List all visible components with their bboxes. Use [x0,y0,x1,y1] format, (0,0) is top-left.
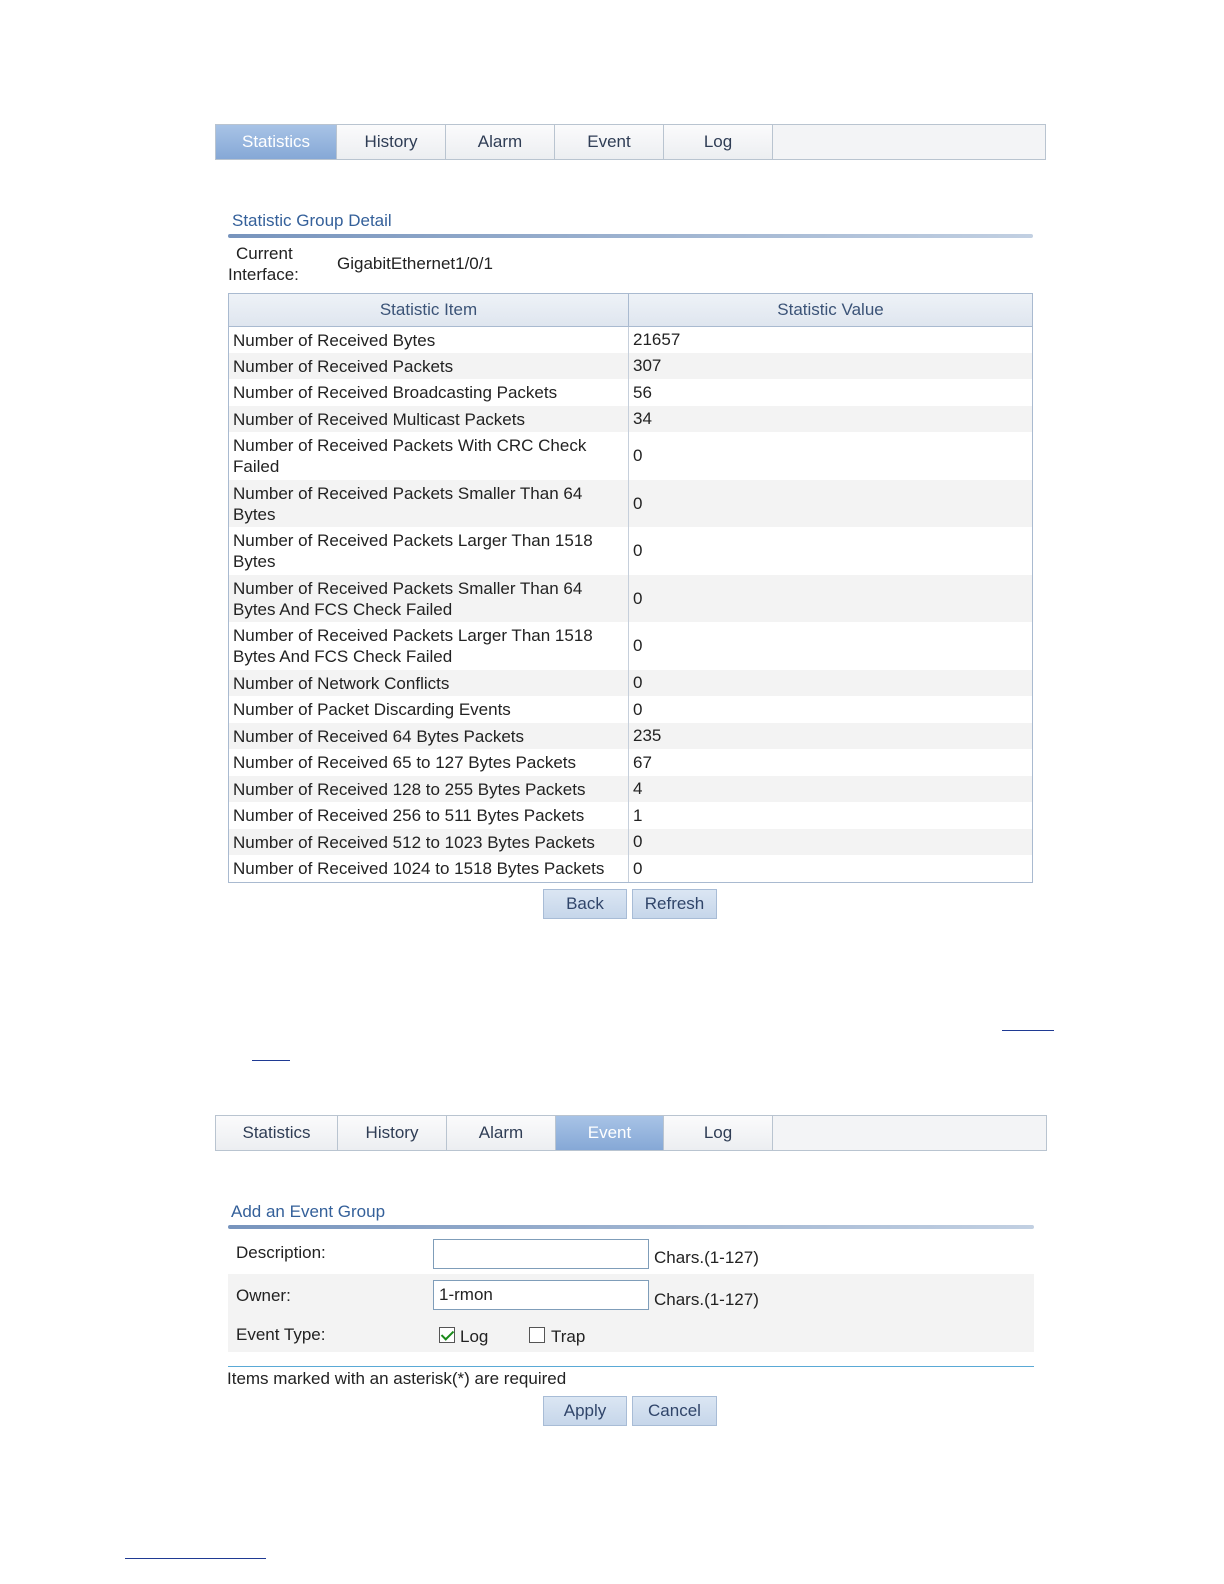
statistic-item: Number of Received Packets Smaller Than … [229,575,629,622]
tab-log[interactable]: Log [664,1116,773,1150]
log-checkbox-label[interactable]: Log [460,1327,488,1347]
statistic-item: Number of Packet Discarding Events [229,696,629,723]
table-row: Number of Received Multicast Packets 34 [229,406,1032,432]
interface-value: GigabitEthernet1/0/1 [337,254,493,273]
table-row: Number of Received Bytes 21657 [229,327,1032,353]
apply-button[interactable]: Apply [543,1396,627,1426]
statistic-value: 0 [633,832,643,851]
statistic-value: 0 [633,636,643,655]
statistic-value: 235 [633,726,662,745]
statistic-item: Number of Received Packets Larger Than 1… [229,527,629,575]
statistic-value: 56 [633,382,652,402]
table-row: Number of Received 128 to 255 Bytes Pack… [229,776,1032,802]
table-row: Number of Packet Discarding Events 0 [229,696,1032,723]
column-header-value: Statistic Value [777,300,884,319]
statistic-value: 0 [633,446,643,465]
table-row: Number of Received Packets Larger Than 1… [229,527,1032,575]
trap-checkbox[interactable] [529,1327,545,1343]
statistic-value: 0 [633,673,643,692]
table-row: Number of Received Packets 307 [229,353,1032,379]
tab-history[interactable]: History [337,125,446,159]
event-type-label: Event Type: [236,1325,326,1344]
description-input[interactable] [433,1239,649,1269]
statistic-item: Number of Received 256 to 511 Bytes Pack… [229,802,629,829]
statistic-value: 0 [633,493,643,513]
table-header: Statistic Item Statistic Value [229,294,1032,327]
interface-label: Current Interface: [228,243,299,285]
statistic-item: Number of Received 128 to 255 Bytes Pack… [229,776,629,802]
statistic-value: 67 [633,752,652,772]
statistic-item: Number of Received Packets Smaller Than … [229,480,629,527]
statistic-item: Number of Received Packets With CRC Chec… [229,432,629,480]
section-title-event: Add an Event Group [231,1202,386,1221]
interface-label-line2: Interface: [228,265,299,284]
statistic-value: 307 [633,356,662,375]
section-title-detail: Statistic Group Detail [232,211,392,230]
tab-bar-top: Statistics History Alarm Event Log [215,124,1046,160]
table-row: Number of Received 256 to 511 Bytes Pack… [229,802,1032,829]
tab-alarm[interactable]: Alarm [447,1116,556,1150]
column-header-item: Statistic Item [229,294,629,326]
log-checkbox[interactable] [439,1327,455,1343]
tab-statistics[interactable]: Statistics [216,125,337,159]
description-hint: Chars.(1-127) [654,1248,759,1267]
statistic-item: Number of Network Conflicts [229,670,629,696]
statistic-item: Number of Received Bytes [229,327,629,353]
statistic-item: Number of Received Packets [229,353,629,379]
table-row: Number of Received Packets Smaller Than … [229,480,1032,527]
table-row: Number of Received Packets Smaller Than … [229,575,1032,622]
table-row: Number of Received 1024 to 1518 Bytes Pa… [229,855,1032,882]
form-row-description: Description: Chars.(1-127) [228,1234,1034,1274]
statistic-item: Number of Received Packets Larger Than 1… [229,622,629,670]
tab-bar-bottom: Statistics History Alarm Event Log [215,1115,1047,1151]
tab-history[interactable]: History [338,1116,447,1150]
statistic-item: Number of Received Broadcasting Packets [229,379,629,406]
statistic-item: Number of Received 64 Bytes Packets [229,723,629,749]
refresh-button[interactable]: Refresh [632,889,717,919]
statistic-item: Number of Received 65 to 127 Bytes Packe… [229,749,629,776]
section-divider [228,234,1033,238]
statistic-value: 0 [633,699,643,719]
owner-label: Owner: [236,1286,291,1305]
table-body: Number of Received Bytes 21657 Number of R… [229,327,1032,882]
table-row: Number of Received Packets Larger Than 1… [229,622,1032,670]
statistic-value: 4 [633,779,643,798]
statistic-value: 21657 [633,330,681,349]
statistic-value: 0 [633,541,643,560]
table-row: Number of Network Conflicts 0 [229,670,1032,696]
form-row-owner: Owner: Chars.(1-127) [228,1274,1034,1318]
statistic-item: Number of Received 1024 to 1518 Bytes Pa… [229,855,629,882]
interface-label-line1: Current [236,244,293,263]
table-row: Number of Received Packets With CRC Chec… [229,432,1032,480]
statistic-item: Number of Received 512 to 1023 Bytes Pac… [229,829,629,855]
tab-event[interactable]: Event [556,1116,664,1150]
back-button[interactable]: Back [543,889,627,919]
statistic-value: 1 [633,805,643,825]
statistics-table: Statistic Item Statistic Value Number of… [228,293,1033,883]
cancel-button[interactable]: Cancel [632,1396,717,1426]
required-note: Items marked with an asterisk(*) are req… [227,1369,567,1388]
statistic-item: Number of Received Multicast Packets [229,406,629,432]
form-divider [228,1366,1034,1367]
link-underline[interactable] [1002,1030,1054,1031]
table-row: Number of Received 65 to 127 Bytes Packe… [229,749,1032,776]
tab-log[interactable]: Log [664,125,773,159]
table-row: Number of Received Broadcasting Packets 5… [229,379,1032,406]
link-underline[interactable] [125,1558,266,1559]
statistic-value: 34 [633,409,652,428]
table-row: Number of Received 512 to 1023 Bytes Pac… [229,829,1032,855]
owner-hint: Chars.(1-127) [654,1290,759,1309]
description-label: Description: [236,1243,326,1262]
tab-alarm[interactable]: Alarm [446,125,555,159]
tab-statistics[interactable]: Statistics [216,1116,338,1150]
section-divider [228,1225,1034,1229]
form-row-event-type: Event Type: Log Trap [228,1318,1034,1352]
trap-checkbox-label[interactable]: Trap [551,1327,585,1347]
table-row: Number of Received 64 Bytes Packets 235 [229,723,1032,749]
statistic-value: 0 [633,588,643,608]
tab-event[interactable]: Event [555,125,664,159]
link-underline[interactable] [252,1060,290,1061]
statistic-value: 0 [633,858,643,878]
owner-input[interactable] [433,1280,649,1310]
